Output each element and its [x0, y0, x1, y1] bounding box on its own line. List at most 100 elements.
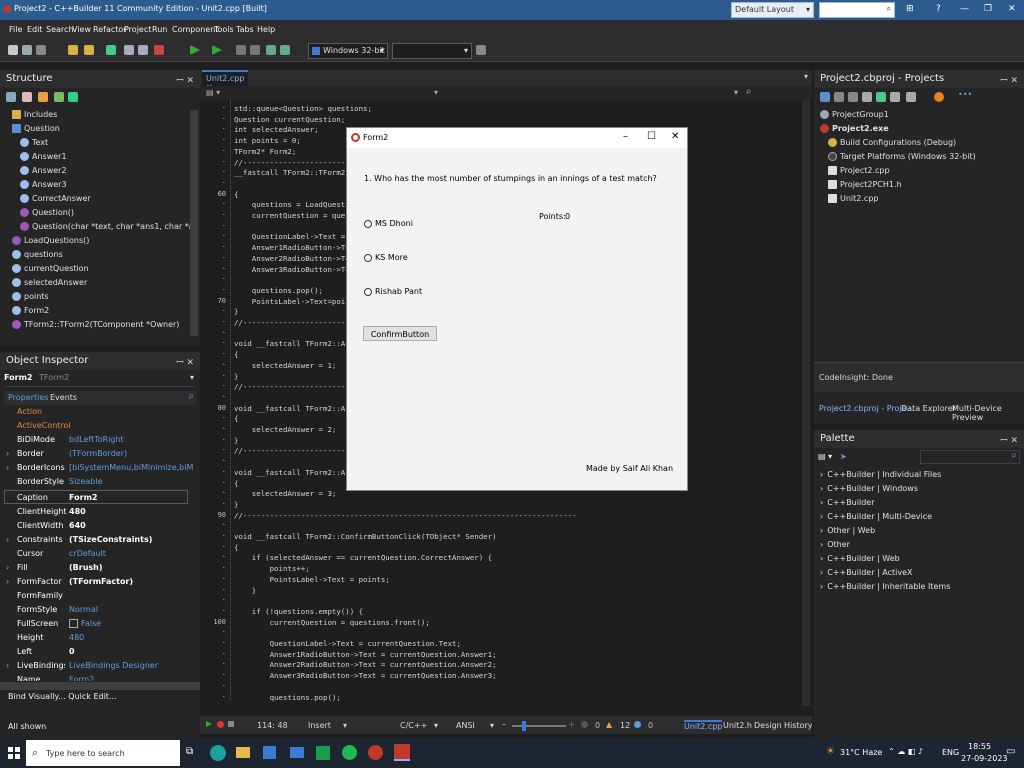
editor-scrollbar[interactable]: [802, 100, 810, 706]
tab-unit2-h[interactable]: Unit2.h: [723, 721, 752, 730]
form2-window[interactable]: Form2 – ☐ ✕ 1. Who has the most number o…: [346, 127, 688, 491]
menu-tabs[interactable]: Tabs: [236, 25, 254, 34]
open-project-icon[interactable]: [84, 45, 94, 55]
options-icon[interactable]: [934, 92, 944, 102]
clock-time[interactable]: 18:55: [968, 742, 991, 751]
tab-data-explorer[interactable]: Data Explorer: [901, 404, 956, 413]
palette-category[interactable]: › Other: [820, 540, 850, 554]
build-icon[interactable]: [906, 92, 916, 102]
spotify-icon[interactable]: [342, 745, 357, 760]
menu-search[interactable]: Search: [46, 25, 73, 34]
notifications-icon[interactable]: ▭: [1006, 746, 1015, 757]
chevron-down-icon[interactable]: ▾: [343, 721, 347, 730]
palette-category[interactable]: › C++Builder | Inheritable Items: [820, 582, 950, 596]
edge-icon[interactable]: [210, 745, 226, 761]
chevron-right-icon[interactable]: ›: [6, 577, 9, 586]
property-value[interactable]: 480: [69, 633, 84, 642]
fullscreen-checkbox[interactable]: [69, 619, 78, 628]
tree-item[interactable]: LoadQuestions(): [12, 236, 89, 250]
answer2-radio-button[interactable]: KS More: [364, 253, 408, 262]
palette-category[interactable]: › C++Builder | Windows: [820, 484, 918, 498]
tab-projects[interactable]: Project2.cbproj - Proje...: [819, 404, 914, 413]
project-tree-item[interactable]: ProjectGroup1: [820, 110, 889, 124]
palette-category[interactable]: › C++Builder | ActiveX: [820, 568, 913, 582]
pin-close-icon[interactable]: ꟷ ✕: [176, 73, 194, 86]
tree-item[interactable]: Includes: [12, 110, 57, 124]
tab-multi-device-preview[interactable]: Multi-Device Preview: [952, 404, 1024, 422]
new-items-icon[interactable]: [22, 45, 32, 55]
new-icon[interactable]: [8, 45, 18, 55]
tree-item[interactable]: Answer3: [20, 180, 67, 194]
pin-close-icon[interactable]: ꟷ ✕: [176, 355, 194, 368]
project-tree-item[interactable]: Target Platforms (Windows 32-bit): [828, 152, 976, 166]
property-value[interactable]: Form2: [69, 493, 97, 502]
menu-project[interactable]: Project: [124, 25, 151, 34]
inspector-hscrollbar[interactable]: [0, 682, 200, 690]
tree-item[interactable]: TForm2::TForm2(TComponent *Owner): [12, 320, 179, 334]
stop-icon[interactable]: [250, 45, 260, 55]
menu-help[interactable]: Help: [257, 25, 275, 34]
remove-file-icon[interactable]: [154, 45, 164, 55]
property-value[interactable]: 640: [69, 521, 86, 530]
layout-combo[interactable]: Default Layout ▾: [731, 2, 814, 18]
taskbar-search-box[interactable]: ⌕ Type here to search: [26, 740, 180, 766]
tab-unit2-cpp-bottom[interactable]: Unit2.cpp: [684, 720, 723, 731]
chevron-down-icon[interactable]: ▾: [490, 721, 494, 730]
weather-text[interactable]: 31°C Haze: [840, 748, 882, 757]
confirm-button[interactable]: ConfirmButton: [363, 326, 437, 341]
chevron-right-icon[interactable]: ›: [6, 463, 9, 472]
chevron-down-icon[interactable]: ▾: [434, 88, 438, 97]
store-icon[interactable]: [263, 746, 276, 759]
save-icon[interactable]: [106, 45, 116, 55]
answer1-radio-button[interactable]: MS Dhoni: [364, 219, 413, 228]
menu-file[interactable]: File: [9, 25, 22, 34]
mail-icon[interactable]: [290, 747, 304, 758]
stop-macro-icon[interactable]: [228, 721, 234, 727]
encoding[interactable]: ANSI: [456, 721, 475, 730]
platform-combo[interactable]: Windows 32-bit ▾: [308, 43, 388, 59]
task-view-icon[interactable]: ⧉: [186, 746, 193, 757]
sync-icon[interactable]: [876, 92, 886, 102]
tree-item[interactable]: currentQuestion: [12, 264, 89, 278]
palette-category[interactable]: › C++Builder | Multi-Device: [820, 512, 932, 526]
tab-history[interactable]: History: [784, 721, 812, 730]
play-macro-icon[interactable]: [206, 721, 212, 727]
project-tree-item[interactable]: Project2PCH1.h: [828, 180, 902, 194]
close-file-icon[interactable]: [138, 45, 148, 55]
property-value[interactable]: Sizeable: [69, 477, 103, 486]
maximize-icon[interactable]: ☐: [647, 131, 656, 142]
property-value[interactable]: (Brush): [69, 563, 103, 572]
property-value[interactable]: bdLeftToRight: [69, 435, 124, 444]
close-icon[interactable]: ✕: [671, 131, 679, 142]
tray-icons[interactable]: ⌃ ☁ ◧ ♪: [888, 747, 923, 756]
property-value[interactable]: crDefault: [69, 549, 106, 558]
insert-mode[interactable]: Insert: [308, 721, 331, 730]
chevron-down-icon[interactable]: ▾: [734, 88, 738, 97]
sheets-icon[interactable]: [316, 746, 330, 760]
property-value[interactable]: Normal: [69, 605, 98, 614]
remove-icon[interactable]: [36, 45, 46, 55]
property-value[interactable]: (TSizeConstraints): [69, 535, 152, 544]
tree-item[interactable]: Question: [12, 124, 60, 138]
menu-tools[interactable]: Tools: [214, 25, 234, 34]
bind-visually-link[interactable]: Bind Visually... Quick Edit...: [8, 692, 117, 701]
deploy-icon[interactable]: [476, 45, 486, 55]
pause-icon[interactable]: [236, 45, 246, 55]
tree-item[interactable]: CorrectAnswer: [20, 194, 91, 208]
maximize-icon[interactable]: ❐: [984, 4, 992, 14]
property-value[interactable]: LiveBindings Designer: [69, 661, 158, 670]
layout-icon[interactable]: ⊞: [906, 4, 914, 14]
sort-alpha-icon[interactable]: [22, 92, 32, 102]
zoom-out-icon[interactable]: –: [502, 720, 506, 729]
pointer-icon[interactable]: ➤: [840, 452, 847, 461]
tab-unit2-cpp[interactable]: Unit2.cpp ✕: [202, 70, 248, 92]
chevron-down-icon[interactable]: ▾: [434, 721, 438, 730]
property-value[interactable]: 480: [69, 507, 86, 516]
trace-into-icon[interactable]: [280, 45, 290, 55]
close-icon[interactable]: ✕: [1008, 4, 1016, 14]
tree-item[interactable]: Question(char *text, char *ans1, char *a…: [20, 222, 192, 236]
tree-item[interactable]: Text: [20, 138, 48, 152]
chevron-right-icon[interactable]: ›: [6, 535, 9, 544]
remove-project-icon[interactable]: [848, 92, 858, 102]
sort-icon[interactable]: [6, 92, 16, 102]
